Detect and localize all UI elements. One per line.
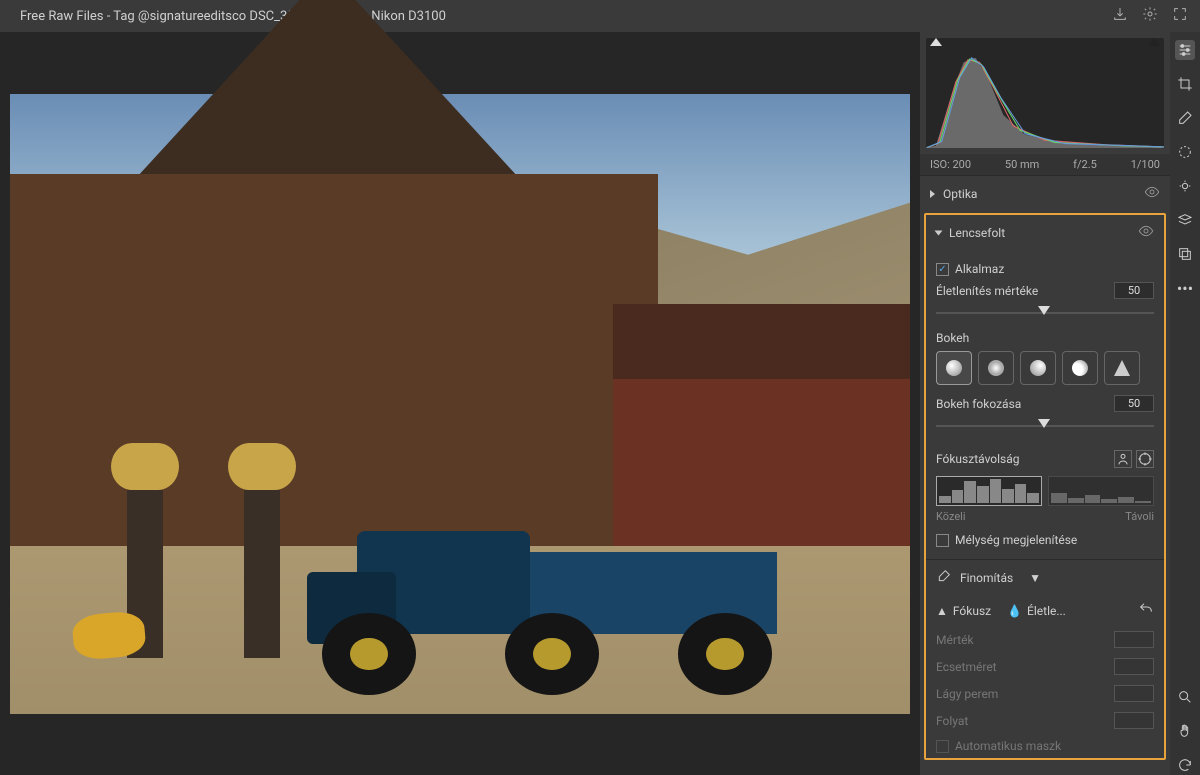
photo-preview [10,94,910,714]
collapse-icon[interactable]: ▼ [1029,571,1041,585]
photo-metadata: ISO: 200 50 mm f/2.5 1/100 [920,154,1170,175]
show-depth-label: Mélység megjelenítése [955,533,1077,547]
layers-tool-icon[interactable] [1175,210,1195,230]
chevron-down-icon [935,230,943,235]
focus-distance-label: Fókusztávolság [936,452,1108,466]
checkbox-disabled-icon [936,740,949,753]
bokeh-enhance-label: Bokeh fokozása [936,397,1108,411]
apply-label: Alkalmaz [955,262,1004,276]
adjust-tool-icon[interactable] [1175,40,1195,60]
blur-amount-slider[interactable] [936,305,1154,319]
bokeh-shape-4[interactable] [1062,351,1098,385]
section-finomitas-header[interactable]: Finomítás ▼ [926,559,1164,595]
window-title: Free Raw Files - Tag @signatureeditsco D… [12,9,1104,24]
ecset-input[interactable] [1114,658,1154,675]
zoom-tool-icon[interactable] [1175,687,1195,707]
right-panel: ISO: 200 50 mm f/2.5 1/100 Optika Lencse… [920,32,1170,775]
bokeh-enhance-slider[interactable] [936,418,1154,432]
meta-shutter: 1/100 [1131,158,1160,171]
section-lencsefolt: Lencsefolt ✓ Alkalmaz Életlenítés mérték… [924,213,1166,760]
focus-far-label: Távoli [1125,510,1154,523]
meta-aperture: f/2.5 [1073,158,1097,171]
gear-icon[interactable] [1142,6,1158,26]
perem-input[interactable] [1114,685,1154,702]
bokeh-shape-1[interactable] [936,351,972,385]
finomitas-label: Finomítás [960,571,1013,585]
blur-tab-icon: 💧 [1007,604,1022,618]
focus-near-label: Közeli [936,510,966,523]
checkbox-unchecked-icon[interactable] [936,534,949,547]
section-lencsefolt-header[interactable]: Lencsefolt [926,215,1164,250]
overlay-tool-icon[interactable] [1175,244,1195,264]
undo-icon[interactable] [1138,601,1154,620]
fullscreen-icon[interactable] [1172,6,1188,26]
focus-graph-near[interactable] [936,476,1042,506]
histogram[interactable] [926,38,1164,148]
row-folyat: Folyat [926,707,1164,734]
focus-tab-icon: ▲ [936,604,948,618]
section-lencsefolt-label: Lencsefolt [949,226,1005,240]
row-perem: Lágy perem [926,680,1164,707]
pick-focus-icon[interactable] [1114,450,1132,468]
more-icon[interactable]: ••• [1175,278,1195,298]
mertek-input[interactable] [1114,631,1154,648]
chevron-right-icon [930,190,935,198]
tab-fokusz[interactable]: ▲ Fókusz [936,604,991,618]
eraser-tool-icon[interactable] [1175,108,1195,128]
apply-checkbox-row[interactable]: ✓ Alkalmaz [936,262,1154,276]
meta-focal: 50 mm [1005,158,1039,171]
checkbox-checked-icon[interactable]: ✓ [936,263,949,276]
bokeh-shape-selector [936,351,1154,385]
brush-icon [936,568,952,587]
histogram-shadow-clip-icon[interactable] [930,38,942,46]
crop-tool-icon[interactable] [1175,74,1195,94]
export-icon[interactable] [1112,6,1128,26]
tab-eletle[interactable]: 💧 Életle... [1007,604,1066,618]
bokeh-label: Bokeh [936,331,1154,345]
bokeh-shape-2[interactable] [978,351,1014,385]
bokeh-shape-5[interactable] [1104,351,1140,385]
tool-column: ••• [1170,32,1200,775]
section-optika-label: Optika [943,187,977,201]
folyat-input[interactable] [1114,712,1154,729]
hand-tool-icon[interactable] [1175,721,1195,741]
title-bar: Free Raw Files - Tag @signatureeditsco D… [0,0,1200,32]
target-icon[interactable] [1136,450,1154,468]
row-ecset: Ecsetméret [926,653,1164,680]
meta-iso: ISO: 200 [930,158,971,171]
row-mertek: Mérték [926,626,1164,653]
redeye-tool-icon[interactable] [1175,176,1195,196]
blur-amount-label: Életlenítés mértéke [936,284,1108,298]
row-automask[interactable]: Automatikus maszk [926,734,1164,758]
title-actions [1112,6,1188,26]
section-optika-header[interactable]: Optika [920,176,1170,211]
blur-amount-input[interactable] [1114,282,1154,299]
eye-icon[interactable] [1144,184,1160,203]
eye-icon[interactable] [1138,223,1154,242]
focus-graph-far[interactable] [1048,476,1154,506]
rotate-tool-icon[interactable] [1175,755,1195,775]
section-optika: Optika [920,175,1170,211]
marquee-tool-icon[interactable] [1175,142,1195,162]
histogram-highlight-clip-icon[interactable] [1148,38,1160,46]
show-depth-row[interactable]: Mélység megjelenítése [936,533,1154,547]
image-canvas[interactable] [0,32,920,775]
bokeh-enhance-input[interactable] [1114,395,1154,412]
bokeh-shape-3[interactable] [1020,351,1056,385]
